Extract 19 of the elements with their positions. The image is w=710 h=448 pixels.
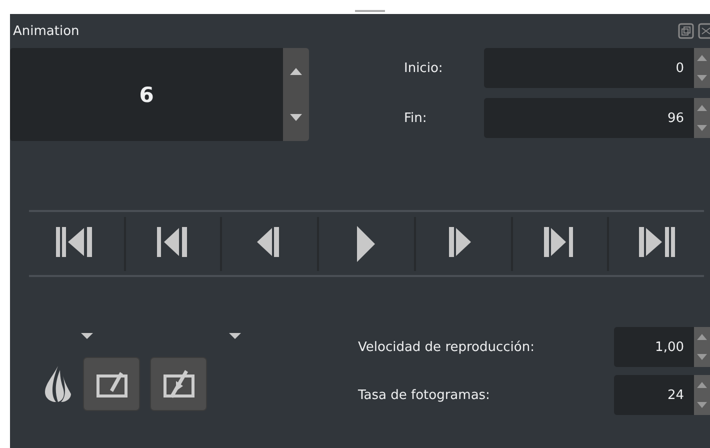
number-field[interactable]: 0	[484, 48, 694, 88]
dropdown-caret-icon[interactable]	[81, 333, 93, 339]
field-label: Tasa de fotogramas:	[358, 388, 491, 402]
tool-button[interactable]	[150, 357, 207, 411]
panel-title: Animation	[13, 24, 80, 38]
spin-buttons[interactable]	[283, 48, 309, 141]
film-play-icon	[160, 368, 196, 400]
tool-button[interactable]	[83, 357, 140, 411]
field-label: Velocidad de reproducción:	[358, 340, 536, 354]
number-field[interactable]: 96	[484, 98, 694, 138]
dropdown-caret-icon[interactable]	[229, 333, 241, 339]
close-icon[interactable]	[698, 23, 710, 39]
drag-handle-icon[interactable]	[355, 10, 385, 14]
field-label: Inicio:	[404, 60, 444, 76]
number-field[interactable]: 24	[614, 375, 694, 415]
field-label: Fin:	[404, 110, 428, 126]
float-icon[interactable]	[678, 23, 694, 39]
number-field[interactable]: 1,00	[614, 327, 694, 367]
frame-field[interactable]: 6	[10, 48, 283, 141]
